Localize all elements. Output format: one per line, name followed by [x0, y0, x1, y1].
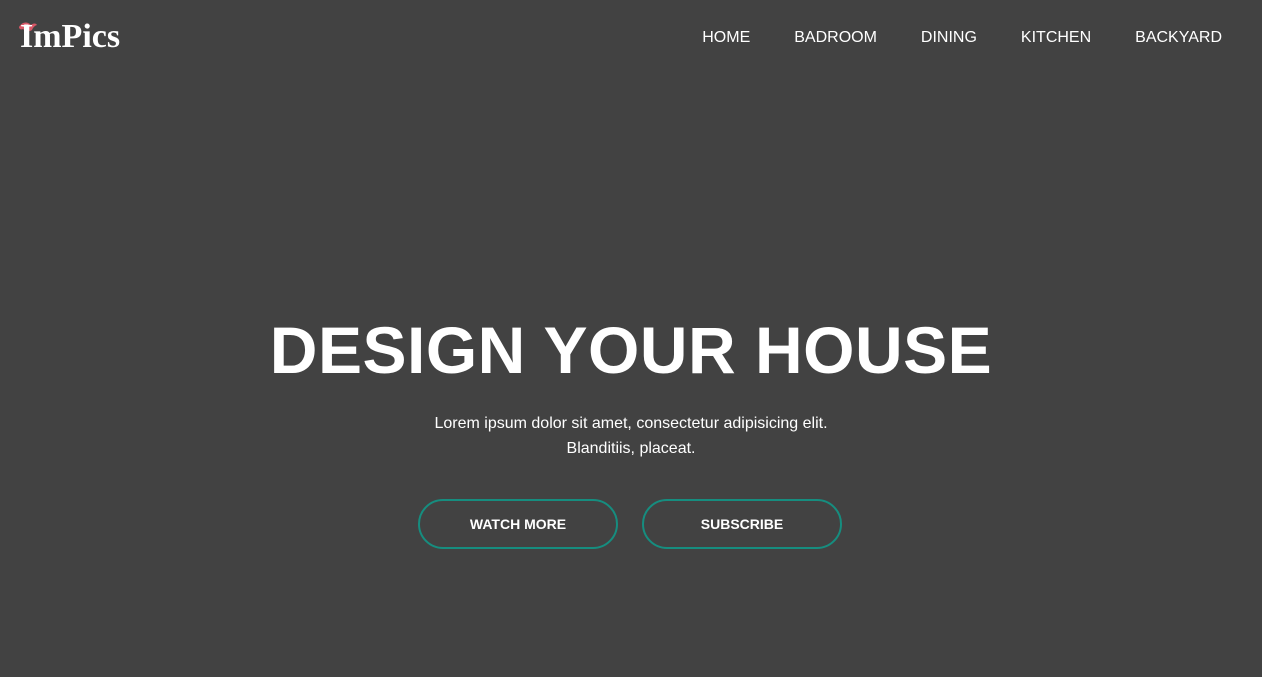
- watch-more-button[interactable]: WATCH MORE: [418, 499, 618, 549]
- hero-subtitle-line-2: Blanditiis, placeat.: [566, 440, 696, 457]
- nav-item-home[interactable]: HOME: [702, 28, 750, 48]
- logo-text: ImPics: [20, 18, 121, 55]
- logo[interactable]: ImPics: [19, 17, 121, 57]
- main-nav: HOME BADROOM DINING KITCHEN BACKYARD: [702, 28, 1222, 48]
- nav-item-badroom[interactable]: BADROOM: [794, 28, 877, 48]
- hero-buttons: WATCH MORE SUBSCRIBE: [418, 499, 842, 549]
- page: ImPics HOME BADROOM DINING KITCHEN BACKY…: [0, 0, 1262, 677]
- nav-item-kitchen[interactable]: KITCHEN: [1021, 28, 1091, 48]
- hero-subtitle: Lorem ipsum dolor sit amet, consectetur …: [0, 411, 1262, 461]
- subscribe-button[interactable]: SUBSCRIBE: [642, 499, 842, 549]
- nav-item-dining[interactable]: DINING: [921, 28, 977, 48]
- hero-subtitle-line-1: Lorem ipsum dolor sit amet, consectetur …: [434, 415, 828, 432]
- hero-title: DESIGN YOUR HOUSE: [269, 313, 993, 387]
- nav-item-backyard[interactable]: BACKYARD: [1135, 28, 1222, 48]
